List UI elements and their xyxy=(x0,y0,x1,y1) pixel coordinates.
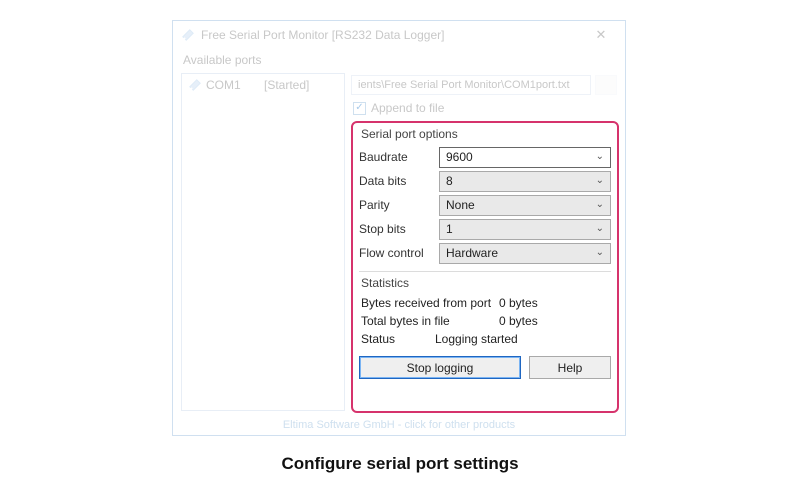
ports-list[interactable]: COM1 [Started] xyxy=(181,73,345,411)
bytes-received-value: 0 bytes xyxy=(499,296,538,310)
stop-logging-label: Stop logging xyxy=(407,361,474,375)
databits-select[interactable]: 8 ⌄ xyxy=(439,171,611,192)
tag-icon xyxy=(188,78,202,92)
titlebar: Free Serial Port Monitor [RS232 Data Log… xyxy=(173,21,625,49)
help-label: Help xyxy=(558,361,583,375)
parity-value: None xyxy=(446,198,475,212)
app-icon xyxy=(181,28,195,42)
bytes-received-label: Bytes received from port xyxy=(361,296,499,310)
help-button[interactable]: Help xyxy=(529,356,611,379)
chevron-down-icon: ⌄ xyxy=(596,176,604,186)
app-window: Free Serial Port Monitor [RS232 Data Log… xyxy=(172,20,626,436)
caption: Configure serial port settings xyxy=(0,454,800,474)
baudrate-label: Baudrate xyxy=(359,150,433,164)
baudrate-select[interactable]: 9600 ⌄ xyxy=(439,147,611,168)
flowcontrol-value: Hardware xyxy=(446,246,498,260)
footer-link[interactable]: Eltima Software GmbH - click for other p… xyxy=(173,419,625,431)
chevron-down-icon: ⌄ xyxy=(596,224,604,234)
stopbits-value: 1 xyxy=(446,222,453,236)
stats-title: Statistics xyxy=(359,276,611,294)
browse-button[interactable] xyxy=(595,75,617,95)
port-status: [Started] xyxy=(264,78,309,92)
parity-select[interactable]: None ⌄ xyxy=(439,195,611,216)
chevron-down-icon: ⌄ xyxy=(596,248,604,258)
parity-label: Parity xyxy=(359,198,433,212)
total-bytes-label: Total bytes in file xyxy=(361,314,499,328)
append-checkbox[interactable]: ✓ xyxy=(353,102,366,115)
available-ports-label: Available ports xyxy=(173,49,625,73)
port-name: COM1 xyxy=(206,78,260,92)
serial-options-group: Serial port options Baudrate 9600 ⌄ Data… xyxy=(351,121,619,413)
divider xyxy=(359,271,611,272)
databits-label: Data bits xyxy=(359,174,433,188)
stop-logging-button[interactable]: Stop logging xyxy=(359,356,521,379)
flowcontrol-select[interactable]: Hardware ⌄ xyxy=(439,243,611,264)
stopbits-label: Stop bits xyxy=(359,222,433,236)
log-path-input[interactable]: ients\Free Serial Port Monitor\COM1port.… xyxy=(351,75,591,95)
status-value: Logging started xyxy=(435,332,518,346)
log-path-text: ients\Free Serial Port Monitor\COM1port.… xyxy=(358,79,570,91)
window-title: Free Serial Port Monitor [RS232 Data Log… xyxy=(201,28,585,42)
append-label: Append to file xyxy=(371,101,444,115)
close-icon[interactable]: ✕ xyxy=(585,27,617,43)
baudrate-value: 9600 xyxy=(446,150,473,164)
chevron-down-icon: ⌄ xyxy=(596,200,604,210)
flowcontrol-label: Flow control xyxy=(359,246,433,260)
total-bytes-value: 0 bytes xyxy=(499,314,538,328)
stopbits-select[interactable]: 1 ⌄ xyxy=(439,219,611,240)
options-title: Serial port options xyxy=(359,127,611,145)
status-label: Status xyxy=(361,332,435,346)
port-item[interactable]: COM1 [Started] xyxy=(182,76,344,94)
chevron-down-icon: ⌄ xyxy=(596,152,604,162)
databits-value: 8 xyxy=(446,174,453,188)
